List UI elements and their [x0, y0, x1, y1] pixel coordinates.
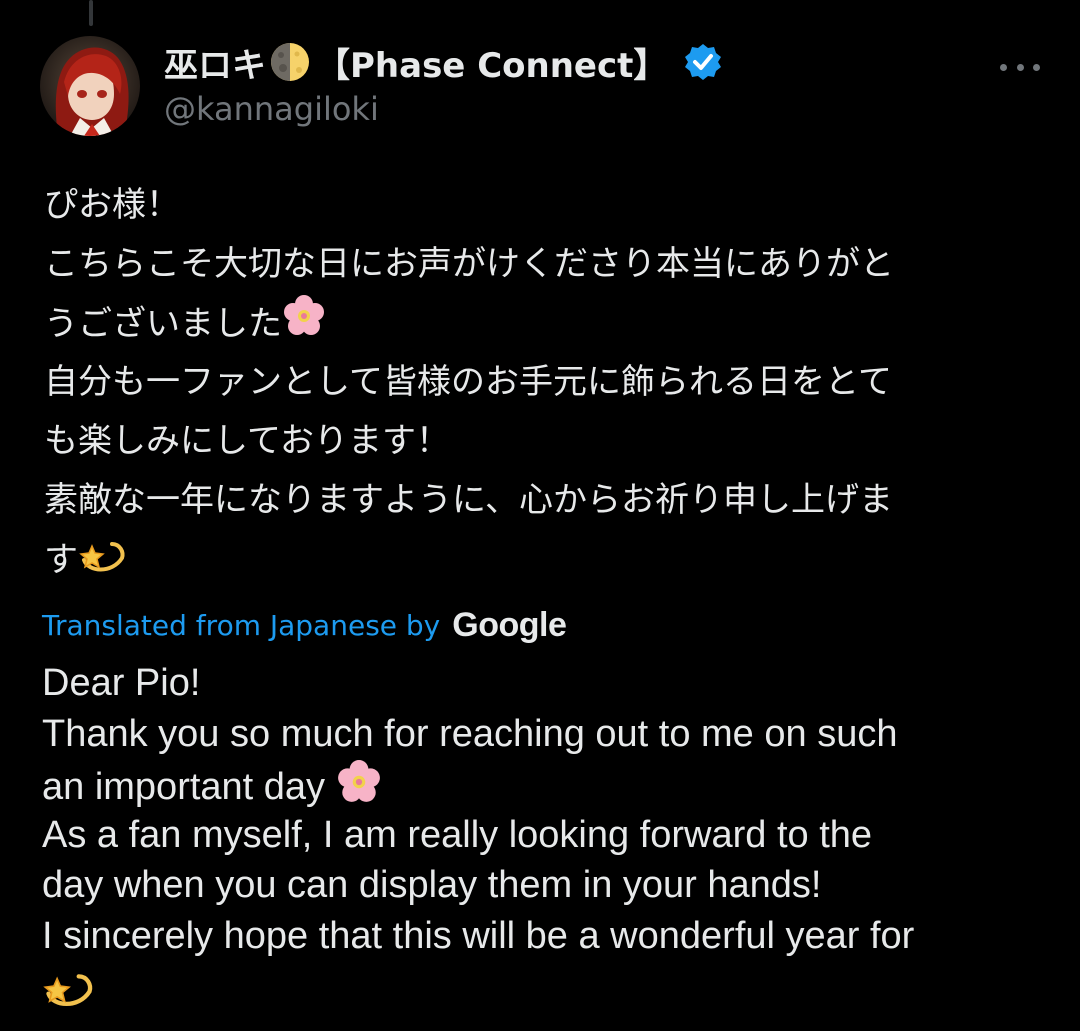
jp-line: ぴお様！ — [44, 185, 180, 225]
en-line-with-emoji — [42, 961, 1062, 1012]
en-line: an important day — [42, 765, 326, 808]
jp-line: こちらこそ大切な日にお声がけくださり本当にありがと — [44, 244, 894, 284]
verified-badge-icon — [683, 42, 723, 82]
google-logo: Google — [452, 605, 567, 644]
en-line: I sincerely hope that this will be a won… — [42, 914, 915, 957]
jp-line: 自分も一ファンとして皆様のお手元に飾られる日をとて — [44, 362, 892, 402]
translated-from-label[interactable]: Translated from Japanese by — [42, 609, 440, 642]
dizzy-star-icon — [78, 530, 128, 593]
moon-icon — [268, 40, 312, 84]
en-line: Thank you so much for reaching out to me… — [42, 712, 898, 755]
jp-line: も楽しみにしております！ — [44, 421, 450, 461]
translation-attribution: Translated from Japanese by Google — [42, 600, 567, 650]
en-line-with-emoji: an important day — [42, 759, 1062, 810]
jp-line: 素敵な一年になりますように、心からお祈り申し上げま — [44, 480, 893, 520]
display-name-suffix: 【Phase Connect】 — [316, 45, 668, 86]
jp-line-with-emoji: す — [44, 530, 1044, 589]
en-line: Dear Pio! — [42, 662, 201, 704]
dizzy-star-icon — [42, 961, 96, 1023]
display-name-prefix: 巫ロキ — [164, 45, 266, 86]
tweet-translated-text: Dear Pio! Thank you so much for reaching… — [42, 658, 1062, 1012]
en-line: day when you can display them in your ha… — [42, 864, 822, 906]
avatar[interactable] — [40, 36, 140, 136]
tweet-original-text: ぴお様！ こちらこそ大切な日にお声がけくださり本当にありがと うございました 自… — [44, 176, 1044, 589]
author-names: 巫ロキ 【Phase Connect】 @kannagiloki — [164, 36, 1040, 136]
author-handle[interactable]: @kannagiloki — [164, 90, 379, 128]
jp-line-with-emoji: うございました — [44, 294, 1044, 353]
more-options-icon[interactable] — [1000, 52, 1040, 82]
en-line: As a fan myself, I am really looking for… — [42, 813, 873, 856]
tweet-header: 巫ロキ 【Phase Connect】 @kannagiloki — [40, 36, 1040, 136]
thread-connector-line — [89, 0, 93, 26]
jp-line: す — [44, 540, 78, 580]
display-name[interactable]: 巫ロキ 【Phase Connect】 — [164, 38, 723, 86]
jp-line: うございました — [44, 304, 282, 344]
cherry-blossom-icon — [282, 294, 326, 357]
